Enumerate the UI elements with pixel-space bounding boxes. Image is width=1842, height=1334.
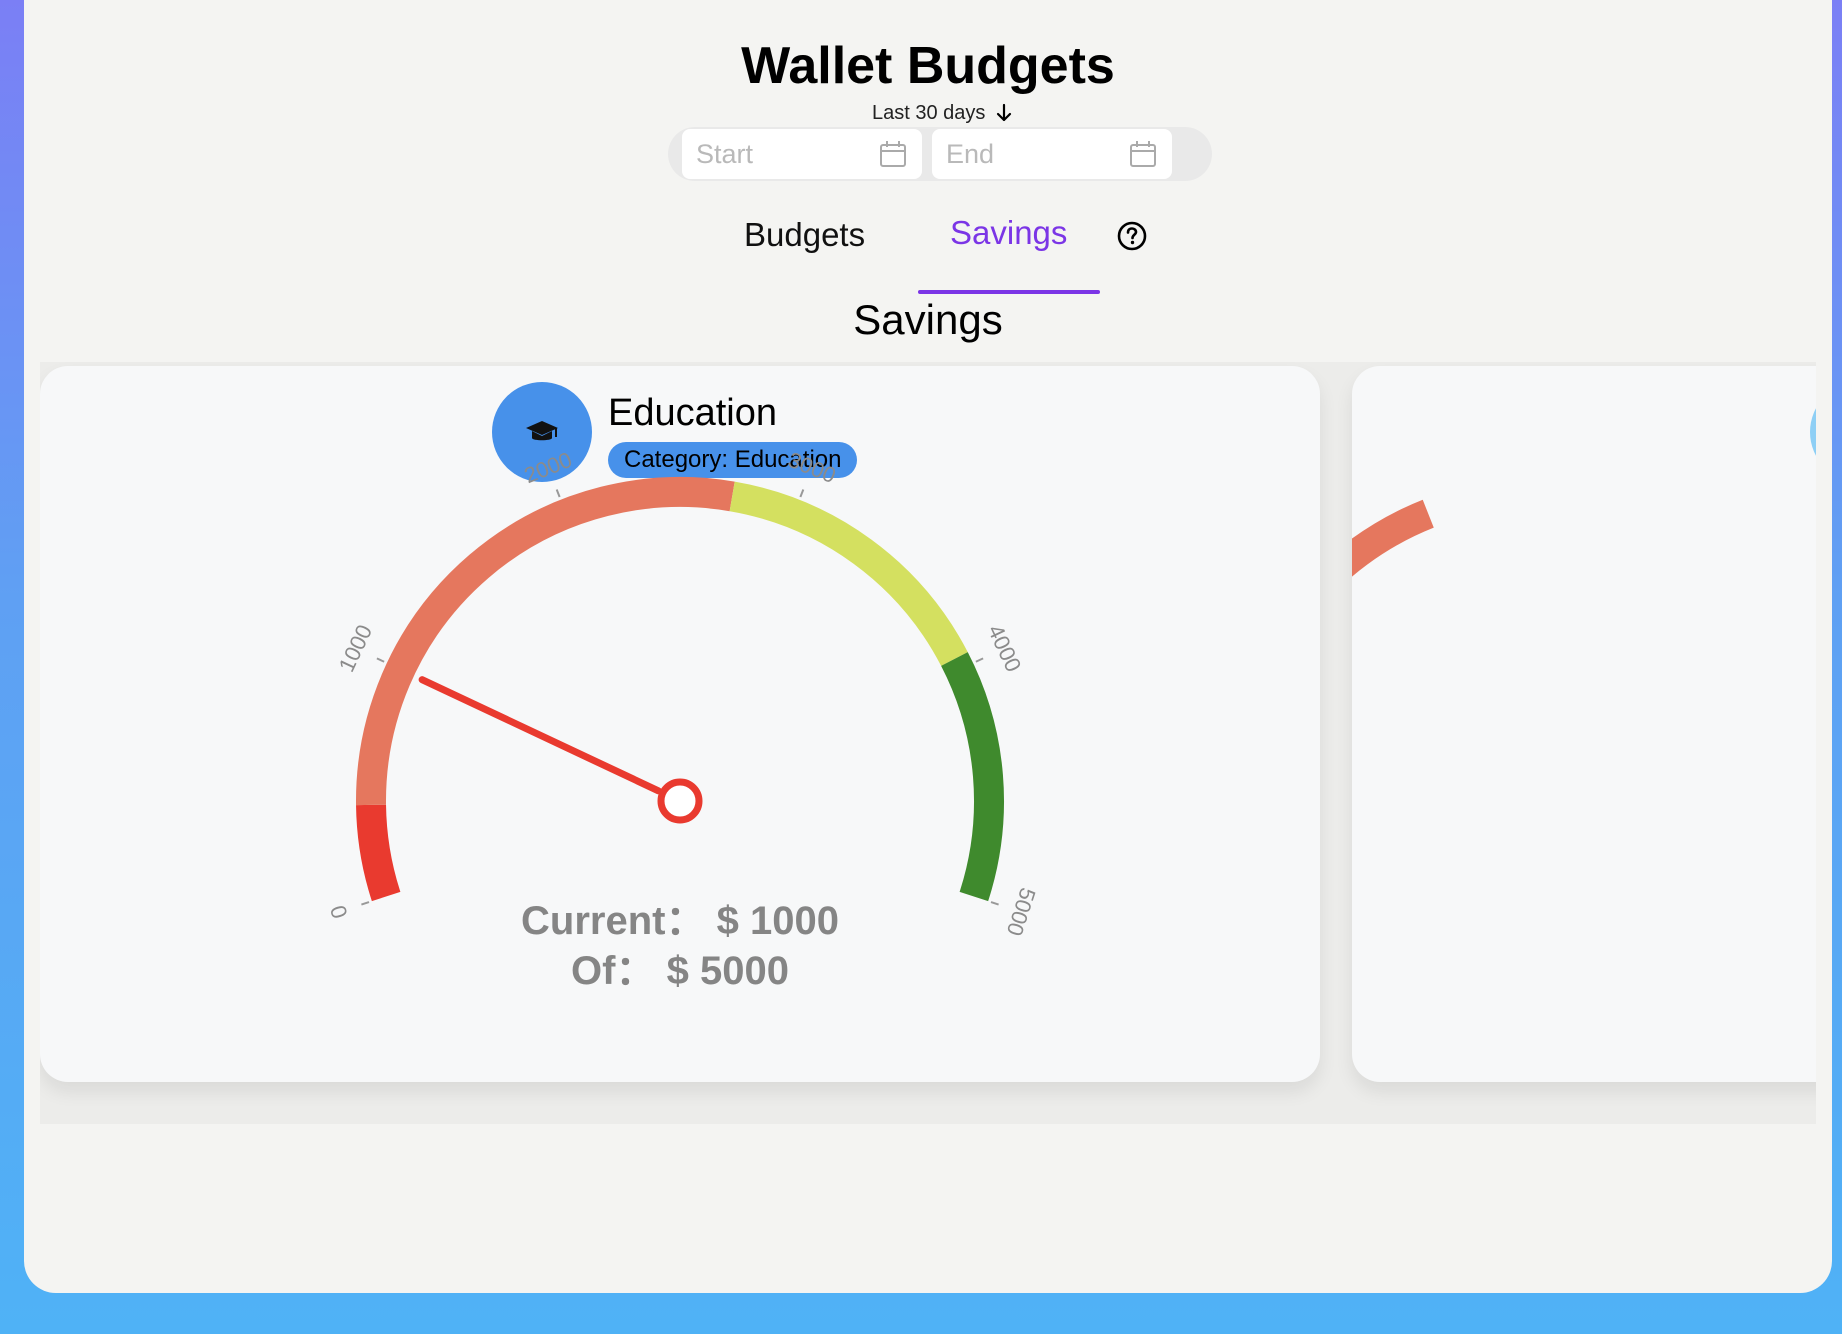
start-date-placeholder: Start: [696, 138, 754, 169]
gauge-tick-label: 1000: [334, 621, 377, 676]
gauge-band: [356, 804, 401, 902]
gauge-needle: [418, 676, 703, 824]
start-date-field[interactable]: Start: [682, 129, 922, 179]
savings-card: Education Category: Education 0 1000 2000 3…: [40, 366, 1320, 1082]
gauge-ticks: 0 1000 2000 3000 4000 5000: [325, 447, 1040, 939]
active-tab-indicator: [918, 290, 1100, 294]
gauge-tick: [555, 489, 561, 498]
calendar-icon: [1130, 141, 1156, 167]
end-date-placeholder: End: [946, 138, 995, 169]
needle-hub: [657, 778, 703, 824]
gauge-tick-label: 0: [325, 902, 353, 921]
gauge-tick-label: 3000: [785, 447, 840, 488]
savings-gauge: 02000: [1352, 499, 1434, 577]
help-icon[interactable]: [1116, 220, 1148, 252]
gauge-band: [356, 477, 735, 806]
tab-savings[interactable]: Savings: [950, 214, 1067, 252]
gauge-tick-label: 2000: [521, 447, 576, 488]
gauge-tick-label: 5000: [1002, 885, 1041, 939]
savings-cards-scroll[interactable]: Education Category: Education 0 1000 2000 3…: [40, 362, 1816, 1124]
gauge-band: [729, 481, 968, 666]
calendar-icon: [880, 141, 906, 167]
gauge-tick: [376, 657, 385, 663]
gauge-tick-label: 4000: [983, 621, 1026, 676]
gauge-bands: [1352, 499, 1434, 577]
current-amount-label: Current： $ 1000: [521, 899, 839, 943]
target-amount-label: Of： $ 5000: [571, 949, 789, 993]
gauge-band: [941, 652, 1004, 902]
gauge-tick: [361, 901, 370, 906]
app-window: Wallet Budgets Last 30 days Start End Bu…: [24, 0, 1832, 1293]
date-range-label: Last 30 days: [872, 101, 986, 124]
arrow-down-icon: [997, 103, 1012, 122]
tab-bar: Budgets Savings: [24, 200, 1832, 295]
gauge-tick: [990, 901, 999, 906]
date-range-select[interactable]: Last 30 days: [872, 100, 1013, 126]
savings-card: 02000: [1352, 366, 1816, 1082]
needle-line: [418, 676, 662, 795]
section-title: Savings: [853, 296, 1003, 343]
date-range-picker: Start End: [668, 127, 1212, 181]
gauge-tick: [799, 489, 805, 498]
gauge-tick: [975, 657, 984, 663]
page-title: Wallet Budgets: [741, 37, 1115, 95]
tab-budgets[interactable]: Budgets: [744, 216, 865, 254]
gauge-bands: [356, 477, 1004, 902]
savings-gauge: 0 1000 2000 3000 4000 5000 Current： $ 1000 Of…: [325, 447, 1040, 993]
gauge-band: [1352, 499, 1434, 577]
end-date-field[interactable]: End: [932, 129, 1172, 179]
